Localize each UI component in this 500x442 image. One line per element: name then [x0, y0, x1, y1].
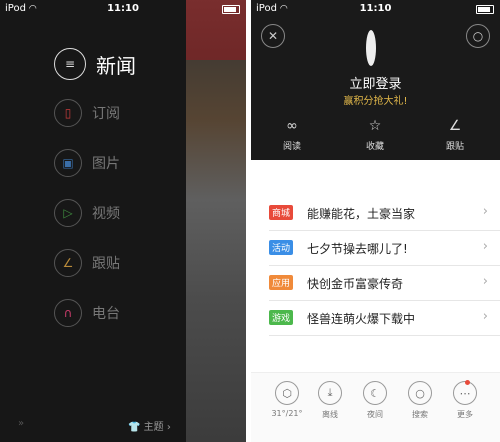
collapse-icon[interactable]: »	[18, 418, 24, 429]
list-item-text: 怪兽连萌火爆下载中	[307, 312, 416, 326]
chevron-right-icon: ›	[482, 204, 488, 219]
list-item-text: 能赚能花，土豪当家	[307, 207, 416, 221]
star-icon: ☆	[368, 118, 382, 134]
list-item-text: 七夕节操去哪儿了!	[307, 242, 408, 256]
promo-text: 赢积分抢大礼!	[343, 96, 408, 107]
menu-item-radio[interactable]: ∩ 电台	[54, 299, 120, 327]
close-icon: ✕	[267, 29, 279, 43]
gear-icon: ○	[472, 29, 484, 43]
download-icon: ⤓	[318, 381, 342, 405]
clock: 11:10	[107, 3, 139, 14]
menu-label: 电台	[92, 306, 120, 322]
play-icon: ▷	[54, 199, 82, 227]
battery-icon	[222, 5, 240, 14]
left-screen: iPod ◠ 11:10 ≡ 新闻 ▯ 订阅 ▣ 图片 ▷ 视频 ∠ 跟贴 ∩ 电…	[0, 0, 246, 442]
list-item-event[interactable]: 活动 七夕节操去哪儿了! ›	[269, 231, 500, 266]
toolbar-label: 搜索	[412, 410, 428, 419]
menu-item-video[interactable]: ▷ 视频	[54, 199, 120, 227]
action-label: 收藏	[365, 142, 384, 152]
weather-button[interactable]: ⬡ 31°/21°	[267, 381, 307, 418]
menu-label: 订阅	[92, 106, 120, 122]
chevron-right-icon: ›	[482, 309, 488, 324]
list-item-game[interactable]: 游戏 怪兽连萌火爆下载中 ›	[269, 301, 500, 336]
clock: 11:10	[359, 3, 392, 14]
menu-item-comments[interactable]: ∠ 跟贴	[54, 249, 120, 277]
status-bar: iPod ◠ 11:10	[0, 0, 246, 18]
status-bar: iPod ◠ 11:10	[251, 0, 500, 18]
settings-button[interactable]: ○	[466, 24, 490, 48]
tag-badge: 活动	[269, 240, 294, 255]
toolbar-label: 更多	[457, 410, 473, 419]
search-icon: ○	[408, 381, 432, 405]
read-button[interactable]: ∞ 阅读	[267, 118, 317, 152]
menu-label: 新闻	[96, 53, 136, 78]
pen-icon: ∠	[448, 118, 462, 134]
list-item-mall[interactable]: 商城 能赚能花，土豪当家 ›	[269, 196, 500, 231]
theme-label: 主题	[143, 422, 164, 433]
offline-button[interactable]: ⤓ 离线	[310, 381, 350, 420]
tag-badge: 商城	[269, 205, 294, 220]
bookmark-icon: ▯	[54, 99, 82, 127]
action-label: 阅读	[282, 142, 301, 152]
pen-icon: ∠	[54, 249, 82, 277]
chevron-right-icon: ›	[482, 274, 488, 289]
glasses-icon: ∞	[286, 118, 298, 134]
shirt-icon: 👕	[128, 422, 141, 433]
user-header: iPod ◠ 11:10 ✕ ○ 立即登录 赢积分抢大礼! ∞ 阅读 ☆ 收藏 ∠…	[251, 0, 500, 160]
bottom-toolbar: ⬡ 31°/21° ⤓ 离线 ☾ 夜间 ○ 搜索 ⋯ 更多	[251, 372, 500, 442]
list-item-app[interactable]: 应用 快创金币富豪传奇 ›	[269, 266, 500, 301]
menu-label: 图片	[92, 156, 120, 172]
favorites-button[interactable]: ☆ 收藏	[350, 118, 400, 152]
weather-icon: ⬡	[275, 381, 299, 405]
toolbar-label: 夜间	[367, 410, 383, 419]
headphones-icon: ∩	[54, 299, 82, 327]
avatar[interactable]	[366, 30, 376, 66]
comments-button[interactable]: ∠ 跟贴	[430, 118, 480, 152]
toolbar-label: 31°/21°	[271, 409, 303, 418]
promo-list: 商城 能赚能花，土豪当家 › 活动 七夕节操去哪儿了! › 应用 快创金币富豪传…	[251, 196, 500, 336]
close-button[interactable]: ✕	[261, 24, 285, 48]
menu-item-news[interactable]: ≡ 新闻	[54, 48, 136, 80]
search-button[interactable]: ○ 搜索	[400, 381, 440, 420]
image-icon: ▣	[54, 149, 82, 177]
menu-label: 视频	[92, 206, 120, 222]
action-label: 跟贴	[445, 142, 464, 152]
night-mode-button[interactable]: ☾ 夜间	[355, 381, 395, 420]
content-peek[interactable]	[186, 0, 246, 442]
tag-badge: 应用	[269, 275, 294, 290]
more-button[interactable]: ⋯ 更多	[445, 380, 485, 420]
menu-label: 跟贴	[92, 256, 120, 272]
chevron-right-icon: ›	[482, 239, 488, 254]
news-icon: ≡	[54, 48, 86, 80]
notification-dot	[465, 380, 470, 385]
theme-button[interactable]: 👕 主题 ›	[128, 418, 171, 433]
login-button[interactable]: 立即登录	[251, 73, 500, 92]
battery-icon	[476, 5, 494, 14]
list-item-text: 快创金币富豪传奇	[307, 277, 404, 291]
tag-badge: 游戏	[269, 310, 294, 325]
more-icon: ⋯	[453, 380, 477, 405]
menu-item-images[interactable]: ▣ 图片	[54, 149, 120, 177]
menu-item-subscribe[interactable]: ▯ 订阅	[54, 99, 120, 127]
toolbar-label: 离线	[322, 410, 338, 419]
left-footer: » 👕 主题 ›	[0, 416, 246, 436]
right-screen: iPod ◠ 11:10 ✕ ○ 立即登录 赢积分抢大礼! ∞ 阅读 ☆ 收藏 ∠…	[251, 0, 500, 442]
moon-icon: ☾	[363, 381, 387, 405]
